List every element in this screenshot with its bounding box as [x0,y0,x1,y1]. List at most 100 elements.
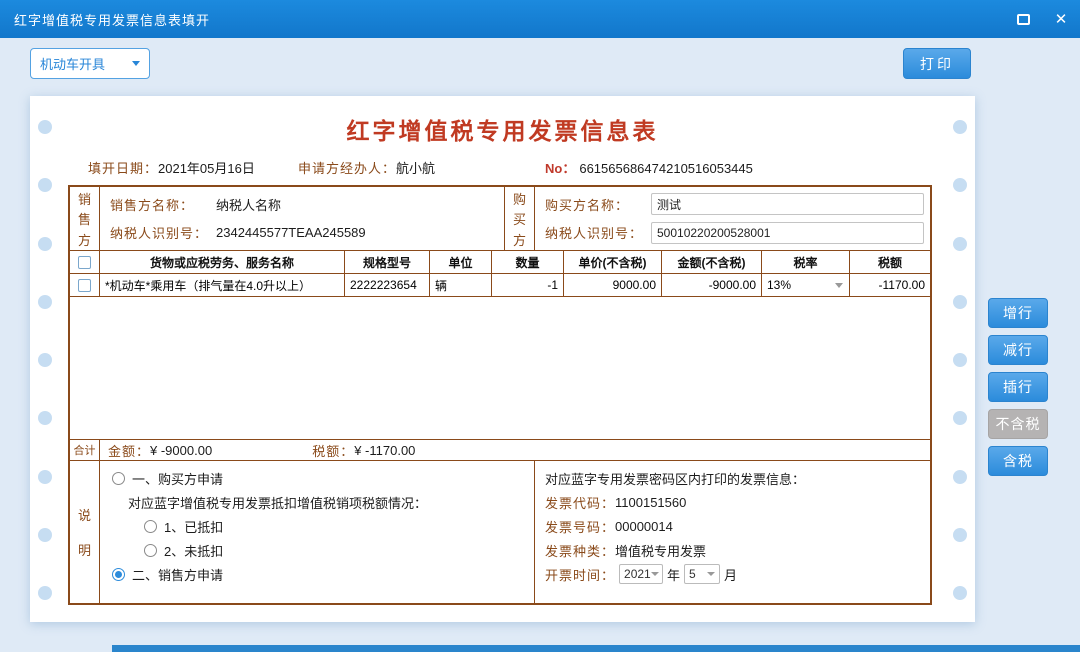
decorative-dot [953,528,967,542]
header-price: 单价(不含税) [564,251,662,273]
invoice-code-label: 发票代码： [545,493,615,512]
decorative-dot [953,295,967,309]
decorative-dot [38,411,52,425]
form-panel: 红字增值税专用发票信息表 填开日期：2021年05月16日 申请方经办人：航小航… [30,96,975,622]
radio-not-deducted[interactable] [144,544,157,557]
decorative-dot [953,470,967,484]
insert-row-button[interactable]: 插行 [988,372,1048,402]
radio-deducted[interactable] [144,520,157,533]
invoice-type-select[interactable]: 机动车开具 [30,48,150,79]
item-qty-cell[interactable]: -1 [492,274,564,296]
total-label: 合计 [70,440,100,460]
decorative-dot [953,586,967,600]
radio-not-deducted-label: 2、未抵扣 [164,541,223,560]
decorative-dot [953,178,967,192]
total-row: 合计 金额： ¥ -9000.00 税额： ¥ -1170.00 [70,439,930,461]
year-suffix: 年 [667,565,680,584]
form-title: 红字增值税专用发票信息表 [30,112,975,146]
seller-taxid-label: 纳税人识别号： [110,223,216,242]
background-window-edge [112,645,1080,652]
buyer-name-label: 购买方名称： [545,195,651,214]
window-controls: ✕ [1004,0,1080,38]
decorative-dot [38,470,52,484]
select-all-checkbox[interactable] [78,256,91,269]
party-section: 销售方 销售方名称： 纳税人名称 纳税人识别号： 2342445577TEAA2… [70,187,930,251]
remove-row-button[interactable]: 减行 [988,335,1048,365]
excl-tax-button[interactable]: 不含税 [988,409,1048,439]
decorative-dot [38,237,52,251]
decorative-dot [38,353,52,367]
app-window: 红字增值税专用发票信息表填开 ✕ 机动车开具 打印 红字增值税专用发票信息表 填… [0,0,1080,652]
month-select[interactable]: 5 [684,564,720,584]
minimize-button[interactable] [1004,0,1042,38]
items-header-row: 货物或应税劳务、服务名称 规格型号 单位 数量 单价(不含税) 金额(不含税) … [70,251,930,274]
header-spec: 规格型号 [345,251,430,273]
item-name-cell[interactable]: *机动车*乘用车（排气量在4.0升以上） [100,274,345,296]
year-select[interactable]: 2021 [619,564,663,584]
decorative-dot [953,411,967,425]
decorative-dots-left [38,120,52,600]
invoice-number-label: 发票号码： [545,517,615,536]
invoice-no: No：661565686474210516053445 [545,158,753,177]
print-button[interactable]: 打印 [903,48,971,79]
item-tax-rate-dropdown[interactable]: 13% [762,274,850,296]
buyer-side-cell: 购买方 [505,187,535,250]
radio-buyer-apply-label: 一、购买方申请 [132,469,223,488]
decorative-dot [38,528,52,542]
note-side-cell: 说明 [70,461,100,603]
decorative-dot [38,295,52,309]
decorative-dot [953,353,967,367]
minimize-icon [1017,14,1030,25]
items-empty-area [70,297,930,439]
radio-buyer-apply[interactable] [112,472,125,485]
decorative-dot [38,586,52,600]
buyer-taxid-label: 纳税人识别号： [545,223,651,242]
decorative-dots-right [953,120,967,600]
item-amount-cell[interactable]: -9000.00 [662,274,762,296]
buyer-taxid-input[interactable] [651,222,924,244]
invoice-type-label: 发票种类： [545,541,615,560]
chevron-down-icon [651,572,659,576]
invoice-type-value: 机动车开具 [40,54,105,73]
applicant: 申请方经办人：航小航 [298,158,435,177]
item-price-cell[interactable]: 9000.00 [564,274,662,296]
seller-info: 销售方名称： 纳税人名称 纳税人识别号： 2342445577TEAA24558… [100,187,505,250]
total-tax-value: ¥ -1170.00 [354,443,415,458]
close-button[interactable]: ✕ [1042,0,1080,38]
apply-options: 一、购买方申请 对应蓝字增值税专用发票抵扣增值税销项税额情况： 1、已抵扣 2、… [100,461,535,603]
item-unit-cell[interactable]: 辆 [430,274,492,296]
invoice-code-value: 1100151560 [615,495,686,510]
total-tax-label: 税额： [312,441,354,460]
invoice-form: 销售方 销售方名称： 纳税人名称 纳税人识别号： 2342445577TEAA2… [68,185,932,605]
item-tax-cell[interactable]: -1170.00 [850,274,930,296]
row-checkbox[interactable] [78,279,91,292]
blue-invoice-info: 对应蓝字专用发票密码区内打印的发票信息： 发票代码： 1100151560 发票… [535,461,930,603]
header-qty: 数量 [492,251,564,273]
header-unit: 单位 [430,251,492,273]
invoice-type-value: 增值税专用发票 [615,541,706,560]
incl-tax-button[interactable]: 含税 [988,446,1048,476]
item-spec-cell[interactable]: 2222223654 [345,274,430,296]
decorative-dot [38,178,52,192]
header-tax: 税额 [850,251,930,273]
radio-seller-apply[interactable] [112,568,125,581]
radio-deducted-label: 1、已抵扣 [164,517,223,536]
fill-date: 填开日期：2021年05月16日 [88,158,255,177]
add-row-button[interactable]: 增行 [988,298,1048,328]
seller-side-label: 销售方 [70,187,99,250]
month-suffix: 月 [724,565,737,584]
chevron-down-icon [835,283,843,288]
seller-side-cell: 销售方 [70,187,100,250]
buyer-info: 购买方名称： 纳税人识别号： [535,187,930,250]
header-item-name: 货物或应税劳务、服务名称 [100,251,345,273]
close-icon: ✕ [1055,12,1068,27]
decorative-dot [953,237,967,251]
buyer-name-input[interactable] [651,193,924,215]
form-header-row: 填开日期：2021年05月16日 申请方经办人：航小航 No：661565686… [30,158,975,176]
deduct-hint: 对应蓝字增值税专用发票抵扣增值税销项税额情况： [128,493,427,512]
row-action-buttons: 增行 减行 插行 不含税 含税 [988,298,1048,476]
header-amount: 金额(不含税) [662,251,762,273]
note-section: 说明 一、购买方申请 对应蓝字增值税专用发票抵扣增值税销项税额情况： 1、已抵扣 [70,461,930,603]
total-amount-value: ¥ -9000.00 [150,443,212,458]
title-bar: 红字增值税专用发票信息表填开 ✕ [0,0,1080,38]
